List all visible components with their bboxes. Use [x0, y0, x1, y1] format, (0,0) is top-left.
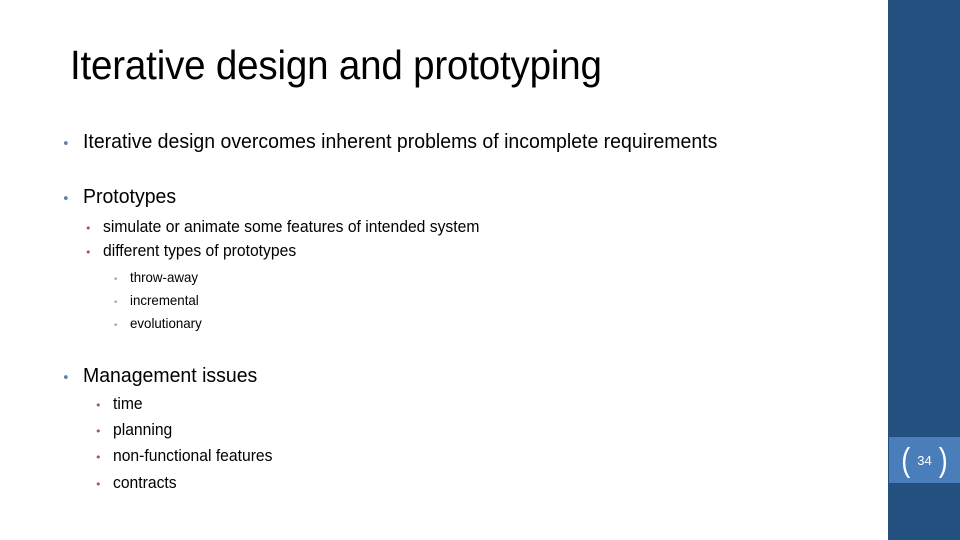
bullet-dot-icon: • [62, 137, 70, 152]
list-item-label: non-functional features [113, 447, 273, 465]
bullet-dot-icon: • [95, 425, 102, 438]
bullet-dot-icon: • [95, 451, 102, 464]
list-item: • Prototypes [62, 185, 181, 209]
list-item-label: Prototypes [83, 185, 177, 208]
list-item-label: contracts [113, 474, 177, 492]
list-item-label: Management issues [83, 364, 258, 387]
bullet-dot-icon: • [113, 298, 119, 308]
list-item-label: planning [113, 421, 173, 439]
list-item: • planning [95, 420, 175, 441]
list-item: • non-functional features [95, 446, 281, 467]
page-title: Iterative design and prototyping [70, 42, 602, 88]
bullet-dot-icon: • [62, 371, 70, 386]
list-item-label: Iterative design overcomes inherent prob… [83, 130, 718, 153]
page-number-badge: ( 34 ) [889, 437, 960, 483]
list-item: • contracts [95, 473, 180, 494]
bullet-dot-icon: • [85, 246, 92, 259]
list-item: • throw-away [113, 268, 202, 286]
bullet-dot-icon: • [95, 399, 102, 412]
list-item-label: throw-away [130, 269, 199, 285]
list-item-label: evolutionary [130, 315, 202, 331]
list-item: • simulate or animate some features of in… [85, 217, 499, 238]
bullet-dot-icon: • [62, 192, 70, 207]
bracket-left-icon: ( [901, 440, 911, 479]
bullet-dot-icon: • [113, 321, 119, 331]
list-item: • Management issues [62, 364, 266, 388]
slide-canvas: Iterative design and prototyping • Iterat… [0, 0, 960, 540]
page-number: 34 [917, 452, 932, 468]
list-item-label: different types of prototypes [103, 242, 297, 260]
list-item: • different types of prototypes [85, 241, 306, 262]
bracket-right-icon: ) [938, 440, 948, 479]
list-item-label: time [113, 395, 143, 413]
list-item: • Iterative design overcomes inherent pro… [62, 130, 751, 154]
list-item: • time [95, 394, 144, 415]
list-item-label: incremental [130, 292, 199, 308]
bullet-dot-icon: • [85, 222, 92, 235]
list-item-label: simulate or animate some features of int… [103, 218, 480, 236]
list-item: • evolutionary [113, 314, 206, 332]
bullet-dot-icon: • [113, 275, 119, 285]
bullet-dot-icon: • [95, 478, 102, 491]
slide-body: • Iterative design overcomes inherent pro… [55, 120, 865, 520]
list-item: • incremental [113, 291, 202, 309]
